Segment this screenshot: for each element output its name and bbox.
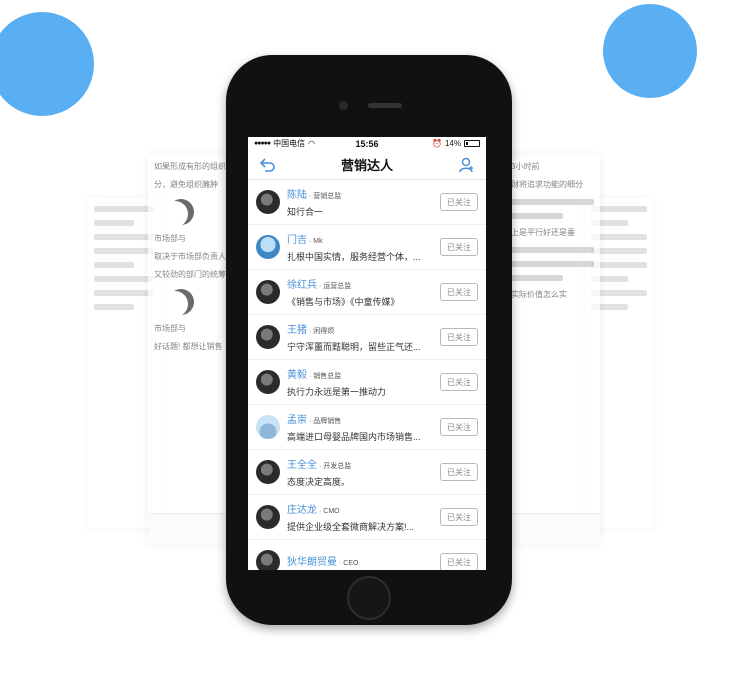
- avatar[interactable]: [256, 235, 280, 259]
- status-bar: ●●●●● 中国电信 ◠ 15:56 ⏰ 14%: [248, 137, 486, 150]
- user-desc: 高端进口母婴品牌国内市场销售...: [287, 432, 421, 442]
- user-desc: 宁守浑噩而黠聪明，留些正气还...: [287, 342, 421, 352]
- user-list: 陈陆 · 营销总监知行合一 已关注 门吉 · Mk 扎根中国实情，服务经营个体，...…: [248, 180, 486, 570]
- battery-label: 14%: [444, 139, 461, 148]
- user-name[interactable]: 王全全: [287, 456, 317, 471]
- nav-bar: 营销达人: [248, 150, 486, 180]
- follow-button[interactable]: 已关注: [440, 328, 478, 346]
- list-item[interactable]: 王猪 · 闲得烦宁守浑噩而黠聪明，留些正气还... 已关注: [248, 315, 486, 360]
- user-title: · Mk: [309, 238, 323, 245]
- user-name[interactable]: 门吉: [287, 231, 307, 246]
- avatar[interactable]: [256, 505, 280, 529]
- follow-button[interactable]: 已关注: [440, 418, 478, 436]
- follow-button[interactable]: 已关注: [440, 553, 478, 570]
- user-name[interactable]: 王猪: [287, 321, 307, 336]
- follow-button[interactable]: 已关注: [440, 463, 478, 481]
- avatar[interactable]: [256, 370, 280, 394]
- bg-right-line: 上是平行好还是垂: [511, 228, 575, 237]
- list-item[interactable]: 陈陆 · 营销总监知行合一 已关注: [248, 180, 486, 225]
- alarm-icon: ⏰: [432, 139, 442, 148]
- follow-button[interactable]: 已关注: [440, 193, 478, 211]
- bg-right-line: 财将追求功能的细分: [511, 180, 583, 189]
- signal-icon: ●●●●●: [254, 140, 271, 147]
- user-name[interactable]: 黄毅: [287, 366, 307, 381]
- avatar[interactable]: [256, 325, 280, 349]
- user-name[interactable]: 陈陆: [287, 186, 307, 201]
- user-title: · 开发总监: [319, 463, 352, 470]
- avatar[interactable]: [256, 460, 280, 484]
- list-item[interactable]: 孟崇 · 品牌销售高端进口母婴品牌国内市场销售... 已关注: [248, 405, 486, 450]
- user-name[interactable]: 孟崇: [287, 411, 307, 426]
- bg-right-line: 3小时前: [511, 162, 540, 171]
- user-desc: 《销售与市场》《中童传媒》: [287, 297, 400, 307]
- bg-right-line: 实际价值怎么实: [511, 290, 567, 299]
- avatar[interactable]: [256, 550, 280, 570]
- list-item[interactable]: 王全全 · 开发总监态度决定高度。 已关注: [248, 450, 486, 495]
- list-item[interactable]: 狄华朗贸曼 · CEO 已关注: [248, 540, 486, 570]
- camera-lens: [339, 101, 348, 110]
- user-title: · 营销总监: [309, 193, 342, 200]
- avatar[interactable]: [256, 280, 280, 304]
- battery-icon: [463, 140, 480, 147]
- page-title: 营销达人: [340, 158, 393, 173]
- list-item[interactable]: 徐红兵 · 运营总监《销售与市场》《中童传媒》 已关注: [248, 270, 486, 315]
- user-name[interactable]: 庄达龙: [287, 501, 317, 516]
- follow-button[interactable]: 已关注: [440, 238, 478, 256]
- user-desc: 扎根中国实情，服务经营个体，...: [287, 252, 421, 262]
- user-desc: 知行合一: [287, 207, 324, 217]
- phone-speaker: [368, 103, 402, 108]
- user-title: · 品牌销售: [309, 418, 342, 425]
- user-desc: 提供企业级全套微商解决方案!...: [287, 522, 415, 532]
- carrier-label: 中国电信: [273, 139, 306, 148]
- bg-tab-bar: [505, 513, 600, 545]
- user-title: · 销售总监: [309, 373, 342, 380]
- decorative-circle-right: [603, 4, 697, 98]
- avatar[interactable]: [256, 415, 280, 439]
- avatar[interactable]: [256, 190, 280, 214]
- user-name[interactable]: 徐红兵: [287, 276, 317, 291]
- follow-button[interactable]: 已关注: [440, 283, 478, 301]
- user-desc: 态度决定高度。: [287, 477, 351, 487]
- user-title: · 闲得烦: [309, 328, 335, 335]
- user-name[interactable]: 狄华朗贸曼: [287, 553, 337, 568]
- follow-button[interactable]: 已关注: [440, 373, 478, 391]
- user-title: · CEO: [339, 559, 359, 567]
- user-title: · CMO: [319, 508, 340, 515]
- back-arrow-icon[interactable]: [258, 156, 276, 174]
- list-item[interactable]: 庄达龙 · CMO 提供企业级全套微商解决方案!... 已关注: [248, 495, 486, 540]
- user-icon[interactable]: [458, 156, 476, 174]
- wifi-icon: ◠: [308, 139, 316, 148]
- list-item[interactable]: 黄毅 · 销售总监执行力永远是第一推动力 已关注: [248, 360, 486, 405]
- home-button[interactable]: [347, 576, 391, 620]
- user-desc: 执行力永远是第一推动力: [287, 387, 387, 397]
- phone-screen: ●●●●● 中国电信 ◠ 15:56 ⏰ 14% 营销达人 陈陆 · 营销总监知行…: [248, 137, 486, 570]
- moon-icon: [168, 199, 194, 225]
- moon-icon: [168, 289, 194, 315]
- decorative-circle-left: [0, 12, 94, 116]
- list-item[interactable]: 门吉 · Mk 扎根中国实情，服务经营个体，... 已关注: [248, 225, 486, 270]
- user-title: · 运营总监: [319, 283, 352, 290]
- status-time: 15:56: [355, 138, 379, 149]
- background-screen-right: 3小时前 财将追求功能的细分 上是平行好还是垂 实际价值怎么实: [505, 155, 600, 545]
- follow-button[interactable]: 已关注: [440, 508, 478, 526]
